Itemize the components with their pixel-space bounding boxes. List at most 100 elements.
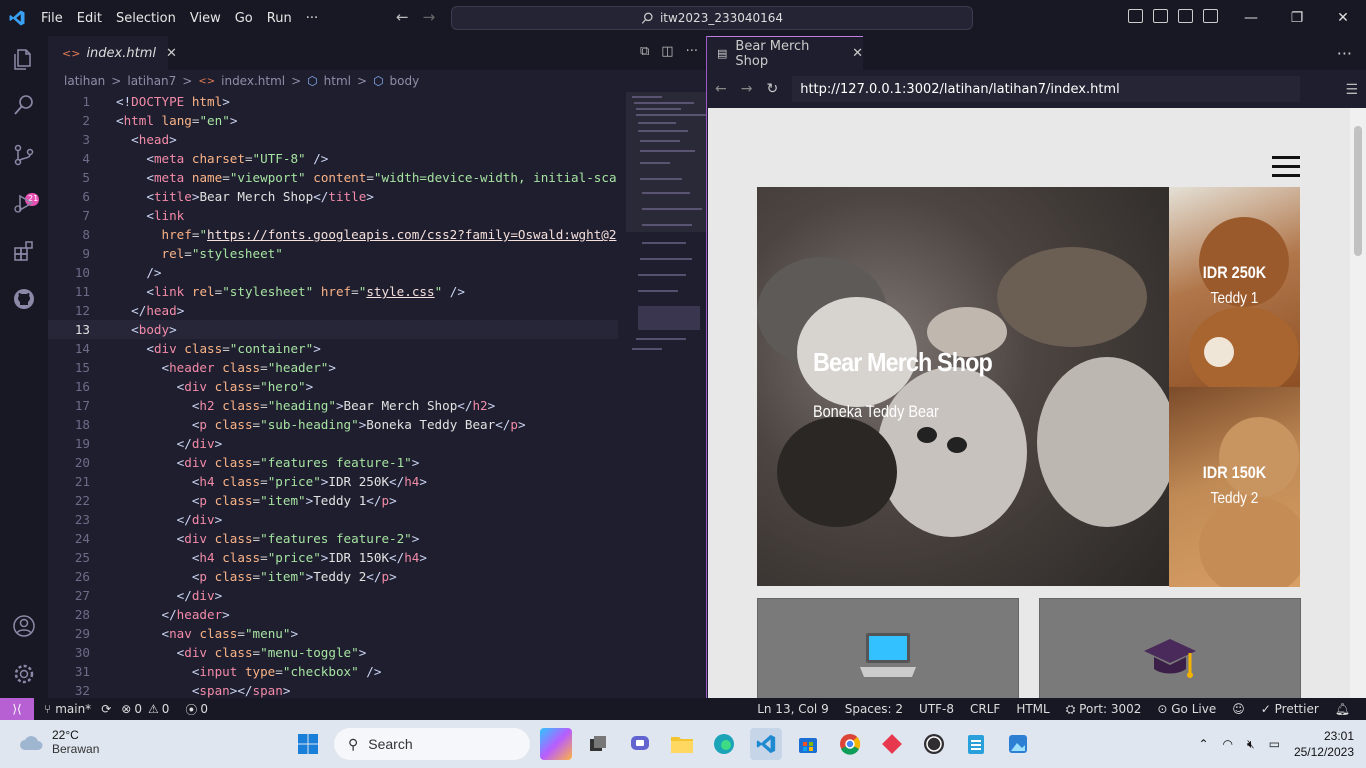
reload-icon[interactable]: ↻	[766, 81, 778, 97]
menu-run[interactable]: Run	[260, 11, 299, 26]
back-arrow-icon[interactable]: ←	[396, 8, 423, 26]
tab-index-html[interactable]: <> index.html ✕	[48, 36, 177, 70]
code-line[interactable]: 8 href="https://fonts.googleapis.com/css…	[48, 225, 618, 244]
menu-selection[interactable]: Selection	[109, 11, 183, 26]
menu-view[interactable]: View	[183, 11, 228, 26]
file-explorer-icon[interactable]	[666, 728, 698, 760]
close-tab-icon[interactable]: ✕	[852, 46, 863, 61]
language-mode[interactable]: HTML	[1016, 702, 1049, 716]
more-actions-icon[interactable]: ···	[686, 44, 698, 59]
ports-icon[interactable]: ⦿	[185, 701, 197, 718]
code-line[interactable]: 9 rel="stylesheet"	[48, 244, 618, 263]
cursor-position[interactable]: Ln 13, Col 9	[757, 702, 829, 716]
extensions-icon[interactable]	[11, 238, 37, 264]
code-line[interactable]: 12 </head>	[48, 301, 618, 320]
live-server-port[interactable]: ⛭ Port: 3002	[1066, 702, 1142, 717]
accounts-icon[interactable]	[11, 613, 37, 639]
menu-icon[interactable]: ☰	[1345, 82, 1358, 98]
code-line[interactable]: 7 <link	[48, 206, 618, 225]
settings-gear-icon[interactable]	[11, 661, 37, 687]
code-line[interactable]: 5 <meta name="viewport" content="width=d…	[48, 168, 618, 187]
toggle-panel-icon[interactable]	[1153, 9, 1168, 23]
breadcrumb-item[interactable]: latihan	[64, 74, 105, 88]
explorer-icon[interactable]	[11, 46, 37, 72]
warnings-icon[interactable]: ⚠	[148, 702, 159, 716]
tab-bear-merch-shop[interactable]: ▤ Bear Merch Shop ✕	[707, 36, 863, 70]
code-line[interactable]: 32 <span></span>	[48, 681, 618, 698]
code-line[interactable]: 26 <p class="item">Teddy 2</p>	[48, 567, 618, 586]
code-line[interactable]: 1 <!DOCTYPE html>	[48, 92, 618, 111]
show-hidden-icons-icon[interactable]: ⌃	[1198, 737, 1208, 751]
split-editor-icon[interactable]: ◫	[661, 44, 673, 59]
start-windows-icon[interactable]	[292, 728, 324, 760]
encoding[interactable]: UTF-8	[919, 702, 954, 716]
teams-chat-icon[interactable]	[624, 728, 656, 760]
code-line[interactable]: 29 <nav class="menu">	[48, 624, 618, 643]
code-line[interactable]: 15 <header class="header">	[48, 358, 618, 377]
end-of-line[interactable]: CRLF	[970, 702, 1000, 716]
scroll-thumb[interactable]	[1354, 126, 1362, 256]
more-actions-icon[interactable]: ···	[1337, 44, 1352, 63]
breadcrumb-item[interactable]: body	[390, 74, 420, 88]
toggle-sidebar-icon[interactable]	[1128, 9, 1143, 23]
indentation[interactable]: Spaces: 2	[845, 702, 903, 716]
url-input[interactable]: http://127.0.0.1:3002/latihan/latihan7/i…	[792, 76, 1301, 102]
breadcrumb-item[interactable]: html	[324, 74, 351, 88]
notepad-icon[interactable]	[960, 728, 992, 760]
forward-arrow-icon[interactable]: →	[423, 8, 450, 26]
errors-icon[interactable]: ⊗	[121, 702, 131, 716]
breadcrumb-item[interactable]: index.html	[221, 74, 285, 88]
wifi-icon[interactable]: ◠	[1223, 737, 1233, 751]
code-line[interactable]: 13 <body>	[48, 320, 618, 339]
notifications-bell-icon[interactable]: 🔔︎	[1335, 702, 1350, 716]
toggle-secondary-sidebar-icon[interactable]	[1178, 9, 1193, 23]
back-arrow-icon[interactable]: ←	[715, 81, 727, 97]
code-line[interactable]: 28 </header>	[48, 605, 618, 624]
code-line[interactable]: 27 </div>	[48, 586, 618, 605]
code-line[interactable]: 3 <head>	[48, 130, 618, 149]
code-editor[interactable]: 1 <!DOCTYPE html> 2 <html lang="en"> 3 <head…	[48, 92, 618, 698]
copilot-icon[interactable]	[540, 728, 572, 760]
git-branch[interactable]: main*	[55, 702, 91, 716]
code-line[interactable]: 25 <h4 class="price">IDR 150K</h4>	[48, 548, 618, 567]
copilot-icon[interactable]: ☺	[1232, 702, 1245, 716]
code-line[interactable]: 17 <h2 class="heading">Bear Merch Shop</…	[48, 396, 618, 415]
open-preview-icon[interactable]: ⧉	[640, 44, 649, 59]
code-line[interactable]: 10 />	[48, 263, 618, 282]
code-line[interactable]: 18 <p class="sub-heading">Boneka Teddy B…	[48, 415, 618, 434]
nav-arrows[interactable]: ←→	[396, 8, 449, 26]
code-line[interactable]: 14 <div class="container">	[48, 339, 618, 358]
vscode-taskbar-icon[interactable]	[750, 728, 782, 760]
code-line[interactable]: 30 <div class="menu-toggle">	[48, 643, 618, 662]
code-line[interactable]: 20 <div class="features feature-1">	[48, 453, 618, 472]
forward-arrow-icon[interactable]: →	[741, 81, 753, 97]
sync-icon[interactable]: ⟳	[101, 702, 111, 716]
task-view-icon[interactable]	[582, 728, 614, 760]
hamburger-menu-icon[interactable]	[1272, 156, 1300, 177]
go-live-button[interactable]: ⊙ Go Live	[1157, 702, 1216, 716]
layout-controls[interactable]	[1128, 9, 1218, 23]
chrome-icon[interactable]	[834, 728, 866, 760]
code-line[interactable]: 4 <meta charset="UTF-8" />	[48, 149, 618, 168]
obs-icon[interactable]	[918, 728, 950, 760]
code-line[interactable]: 11 <link rel="stylesheet" href="style.cs…	[48, 282, 618, 301]
restore-icon[interactable]: ❐	[1274, 0, 1320, 36]
close-tab-icon[interactable]: ✕	[166, 46, 177, 61]
photos-icon[interactable]	[1002, 728, 1034, 760]
clock[interactable]: 23:01 25/12/2023	[1294, 728, 1354, 760]
menu-go[interactable]: Go	[228, 11, 260, 26]
remote-indicator-icon[interactable]: ⟩⟨	[0, 698, 34, 720]
minimize-icon[interactable]: —	[1228, 0, 1274, 36]
code-line[interactable]: 21 <h4 class="price">IDR 250K</h4>	[48, 472, 618, 491]
minimap[interactable]	[626, 92, 706, 698]
code-line[interactable]: 19 </div>	[48, 434, 618, 453]
prettier-button[interactable]: ✓ Prettier	[1261, 702, 1319, 716]
taskbar-search[interactable]: ⚲ Search	[334, 728, 530, 760]
page-scrollbar[interactable]	[1350, 108, 1366, 698]
close-icon[interactable]: ✕	[1320, 0, 1366, 36]
volume-muted-icon[interactable]: 🔇︎	[1247, 737, 1255, 752]
menu-file[interactable]: File	[34, 11, 70, 26]
code-line[interactable]: 6 <title>Bear Merch Shop</title>	[48, 187, 618, 206]
code-line[interactable]: 24 <div class="features feature-2">	[48, 529, 618, 548]
battery-icon[interactable]: ▭	[1269, 737, 1280, 751]
